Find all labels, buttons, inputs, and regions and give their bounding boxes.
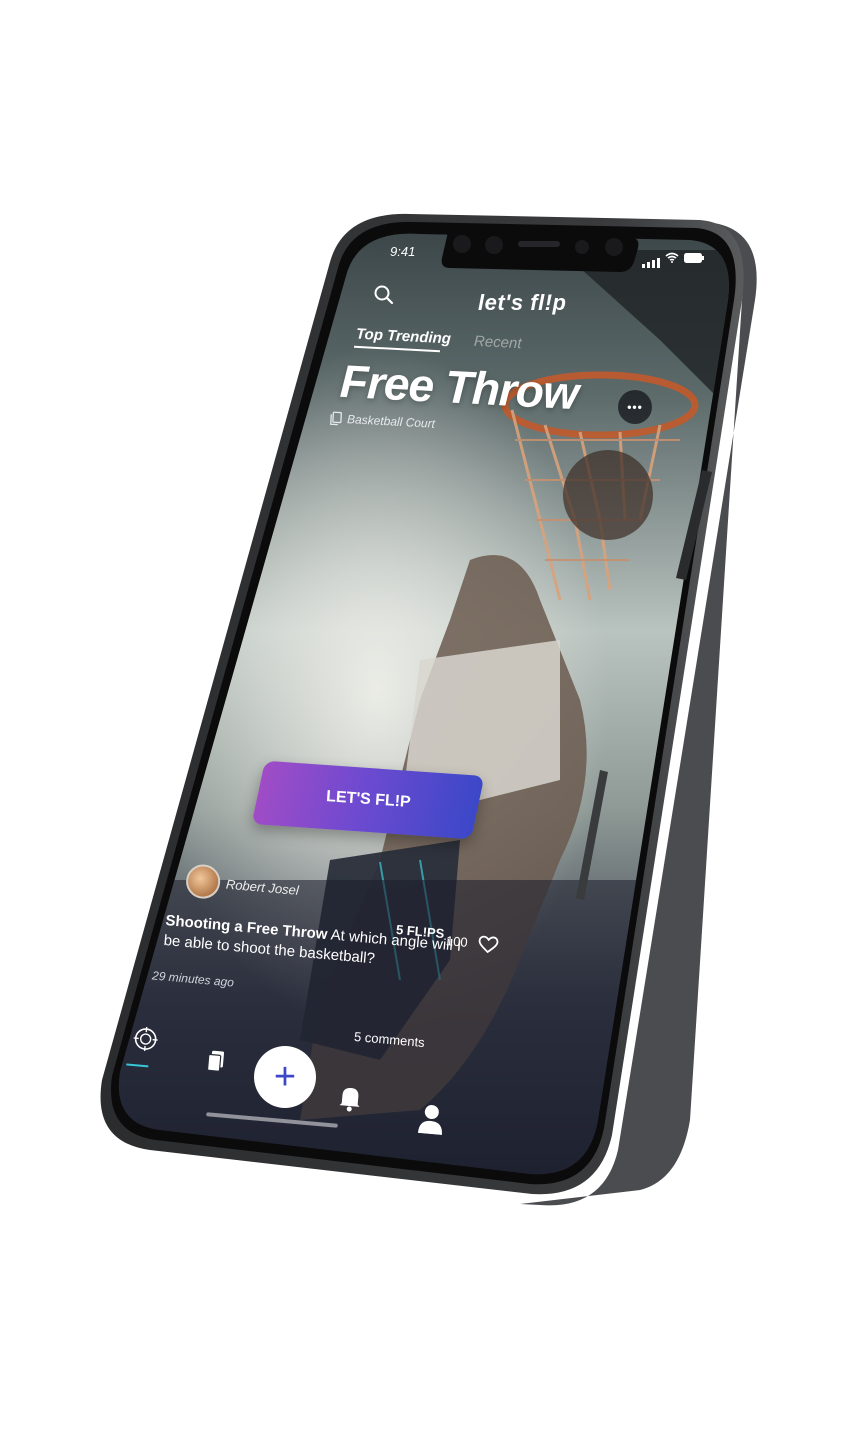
phone-frame xyxy=(100,213,757,1206)
author-name: Robert Josel xyxy=(225,876,300,898)
signal-icon xyxy=(642,258,660,268)
nav-explore[interactable] xyxy=(126,1025,159,1068)
cards-icon xyxy=(206,1050,225,1072)
nav-notifications[interactable] xyxy=(337,1083,364,1118)
create-post-button[interactable]: + xyxy=(254,1046,316,1108)
more-dots-icon: ••• xyxy=(627,400,643,414)
copy-icon xyxy=(330,411,342,426)
lets-flip-label: LET'S FL!P xyxy=(325,788,411,811)
person-icon xyxy=(417,1105,442,1135)
status-time: 9:41 xyxy=(390,244,416,259)
nav-profile[interactable] xyxy=(417,1103,446,1140)
mockup-stage: 9:41 let's fl!p Top Trending Recent Free… xyxy=(0,0,864,1452)
bell-icon xyxy=(339,1088,360,1112)
search-button[interactable] xyxy=(373,284,395,311)
like-button[interactable] xyxy=(477,935,499,960)
status-icons xyxy=(642,250,704,268)
search-icon xyxy=(374,285,394,305)
wifi-icon xyxy=(665,250,679,268)
tab-recent[interactable]: Recent xyxy=(474,333,522,352)
plus-icon: + xyxy=(273,1056,297,1098)
heart-icon xyxy=(478,935,499,954)
battery-icon xyxy=(684,250,704,268)
app-logo: let's fl!p xyxy=(478,290,567,315)
compass-icon xyxy=(133,1027,158,1052)
more-options-button[interactable]: ••• xyxy=(618,390,652,424)
avatar xyxy=(184,863,222,900)
nav-collections[interactable] xyxy=(205,1049,227,1080)
